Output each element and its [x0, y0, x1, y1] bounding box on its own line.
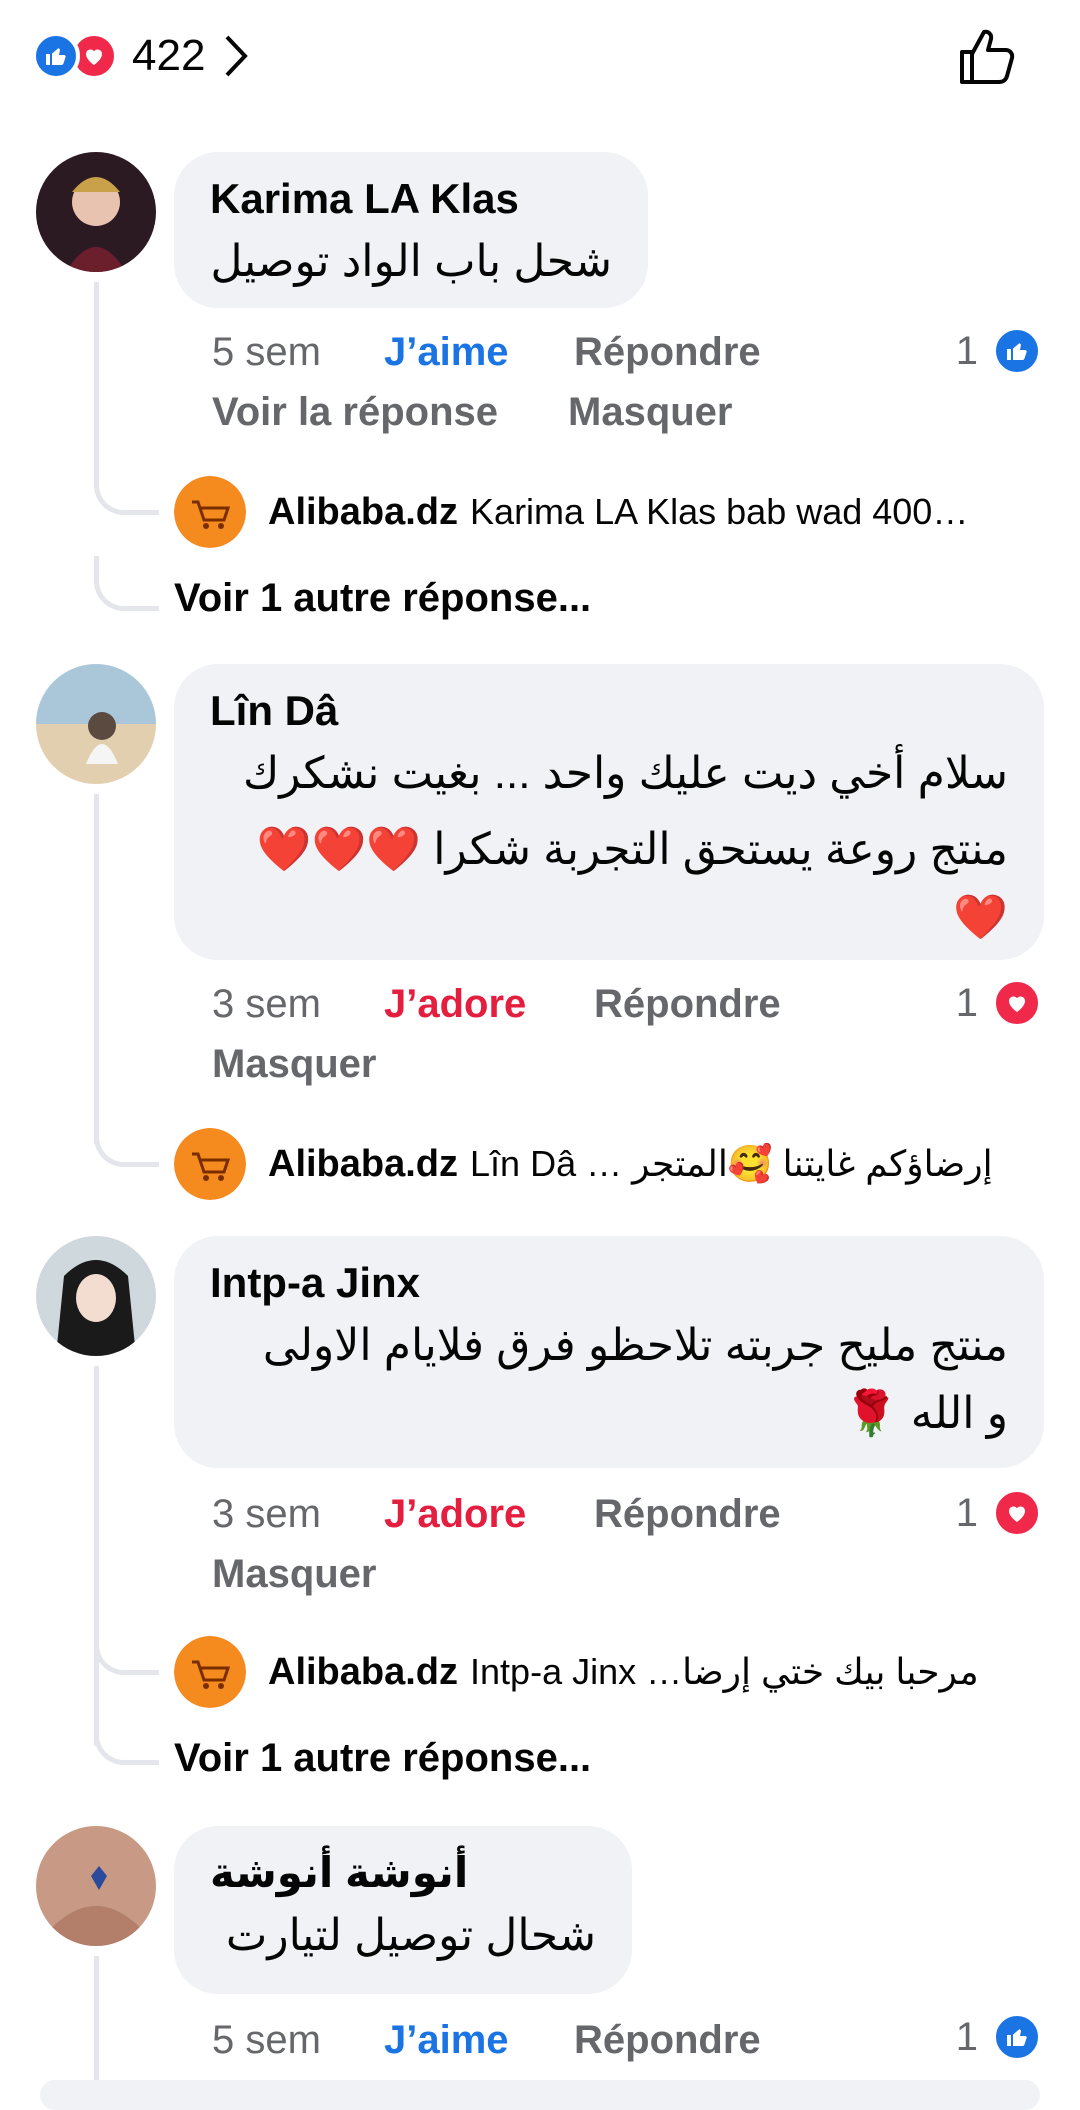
- reaction-summary[interactable]: 422: [32, 28, 253, 84]
- reply-preview[interactable]: Alibaba.dz Intp-a Jinx …مرحبا بيك ختي إر…: [174, 1636, 1038, 1708]
- love-badge-icon: [992, 978, 1042, 1028]
- comment-time[interactable]: 5 sem: [212, 2018, 384, 2063]
- comment-extra-actions: Voir la réponse Masquer: [212, 390, 733, 435]
- love-badge-icon: [992, 1488, 1042, 1538]
- comment-actions: 3 sem J’adore Répondre: [212, 982, 781, 1027]
- more-replies-connector: [94, 1710, 159, 1765]
- comment-bubble[interactable]: Karima LA Klas شحل باب الواد توصيل: [174, 152, 648, 308]
- alibaba-avatar[interactable]: [174, 1636, 246, 1708]
- comment-extra-actions: Masquer: [212, 1042, 377, 1087]
- alibaba-avatar[interactable]: [174, 476, 246, 548]
- reply-button[interactable]: Répondre: [594, 1492, 781, 1537]
- avatar-karima[interactable]: [36, 152, 156, 272]
- thread-line: [94, 1956, 99, 2097]
- comment-reaction-count[interactable]: 1: [956, 326, 1042, 376]
- comment-author[interactable]: أنوشة أنوشة: [210, 1848, 596, 1898]
- more-replies-link[interactable]: Voir 1 autre réponse...: [174, 576, 591, 621]
- reply-button[interactable]: Répondre: [574, 2018, 761, 2063]
- reply-author[interactable]: Alibaba.dz: [268, 1651, 458, 1694]
- reply-text: Intp-a Jinx …مرحبا بيك ختي إرضا: [470, 1651, 979, 1692]
- comment-actions: 5 sem J’aime Répondre: [212, 330, 761, 375]
- reply-connector: [94, 1630, 159, 1675]
- comment-text-line: ❤️: [953, 893, 1008, 942]
- like-badge-icon: [992, 2012, 1042, 2062]
- comment-author[interactable]: Lîn Dâ: [210, 686, 1008, 736]
- comment-time[interactable]: 5 sem: [212, 330, 384, 375]
- reply-text: Karima LA Klas bab wad 400…: [470, 491, 969, 532]
- avatar-anoucha[interactable]: [36, 1826, 156, 1946]
- alibaba-avatar[interactable]: [174, 1128, 246, 1200]
- comment-text: شحل باب الواد توصيل: [210, 237, 612, 286]
- like-button[interactable]: J’aime: [384, 2018, 574, 2063]
- reaction-count-value: 1: [955, 980, 978, 1025]
- view-reply-button[interactable]: Voir la réponse: [212, 390, 568, 435]
- comment-extra-actions: Masquer: [212, 1552, 377, 1597]
- reply-connector: [94, 1122, 159, 1167]
- like-reaction-icon: [32, 32, 80, 80]
- thread-line: [94, 282, 99, 482]
- comment-reaction-count[interactable]: 1: [956, 1488, 1042, 1538]
- comment-reaction-count[interactable]: 1: [956, 978, 1042, 1028]
- avatar-intp-a-jinx[interactable]: [36, 1236, 156, 1356]
- chevron-right-icon: [225, 35, 249, 77]
- more-replies-connector: [94, 556, 159, 611]
- comment-text-line: منتج مليح جربته تلاحظو فرق فلايام الاولى: [262, 1321, 1008, 1370]
- thumbs-up-icon[interactable]: [956, 24, 1020, 88]
- comment-time[interactable]: 3 sem: [212, 982, 384, 1027]
- comment-bubble[interactable]: Intp-a Jinx منتج مليح جربته تلاحظو فرق ف…: [174, 1236, 1044, 1468]
- comment-text-line: سلام أخي ديت عليك واحد ... بغيت نشكرك: [243, 749, 1008, 798]
- comment-reaction-count[interactable]: 1: [956, 2012, 1042, 2062]
- reply-preview[interactable]: Alibaba.dz Karima LA Klas bab wad 400…: [174, 476, 1038, 548]
- thread-line: [94, 1366, 99, 1746]
- reaction-count-value: 1: [955, 328, 978, 373]
- reply-author[interactable]: Alibaba.dz: [268, 491, 458, 534]
- thread-line: [94, 794, 99, 1144]
- comment-bubble[interactable]: Lîn Dâ سلام أخي ديت عليك واحد ... بغيت ن…: [174, 664, 1044, 960]
- reply-button[interactable]: Répondre: [594, 982, 781, 1027]
- reply-author[interactable]: Alibaba.dz: [268, 1143, 458, 1186]
- comment-time[interactable]: 3 sem: [212, 1492, 384, 1537]
- comment-composer[interactable]: [40, 2080, 1040, 2110]
- reaction-count: 422: [132, 31, 206, 80]
- comment-actions: 5 sem J’aime Répondre: [212, 2018, 761, 2063]
- reaction-count-value: 1: [955, 2014, 978, 2059]
- love-button[interactable]: J’adore: [384, 1492, 594, 1537]
- reply-button[interactable]: Répondre: [574, 330, 761, 375]
- like-button[interactable]: J’aime: [384, 330, 574, 375]
- comment-text-line: منتج روعة يستحق التجربة شكرا ❤️❤️❤️: [256, 825, 1008, 874]
- comment-text: شحال توصيل لتيارت: [225, 1911, 596, 1960]
- reply-connector: [94, 470, 159, 515]
- reply-text: Lîn Dâ … إرضاؤكم غايتنا 🥰المتجر: [470, 1143, 993, 1184]
- love-button[interactable]: J’adore: [384, 982, 594, 1027]
- avatar-lin-da[interactable]: [36, 664, 156, 784]
- comment-text-line: و الله 🌹: [843, 1389, 1008, 1438]
- hide-button[interactable]: Masquer: [568, 390, 733, 435]
- comment-author[interactable]: Intp-a Jinx: [210, 1258, 1008, 1308]
- comment-actions: 3 sem J’adore Répondre: [212, 1492, 781, 1537]
- reaction-count-value: 1: [955, 1490, 978, 1535]
- comment-bubble[interactable]: أنوشة أنوشة شحال توصيل لتيارت: [174, 1826, 632, 1994]
- comment-author[interactable]: Karima LA Klas: [210, 174, 612, 224]
- hide-button[interactable]: Masquer: [212, 1552, 377, 1597]
- more-replies-link[interactable]: Voir 1 autre réponse...: [174, 1736, 591, 1781]
- reply-preview[interactable]: Alibaba.dz Lîn Dâ … إرضاؤكم غايتنا 🥰المت…: [174, 1128, 1038, 1200]
- hide-button[interactable]: Masquer: [212, 1042, 377, 1087]
- like-badge-icon: [992, 326, 1042, 376]
